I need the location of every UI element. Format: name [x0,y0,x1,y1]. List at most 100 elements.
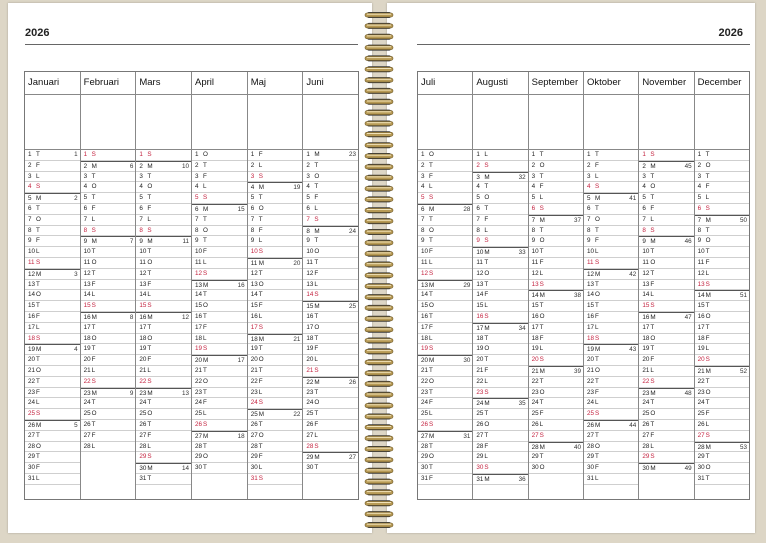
day-row[interactable]: 18 O [136,334,192,345]
day-row[interactable]: 18 S [25,334,80,345]
day-row[interactable]: 25 S [583,409,639,420]
day-row[interactable]: 28 L [136,442,192,453]
day-row[interactable]: 17 T [639,323,694,334]
day-row[interactable]: 5S [192,193,247,204]
day-row[interactable]: 18 T [303,334,359,345]
day-row[interactable]: 6T [583,204,639,215]
day-row[interactable]: 22 T [694,377,749,388]
day-row[interactable]: 12 T [247,269,303,280]
day-row[interactable]: 16 L [247,312,303,323]
day-row[interactable]: 23 M 48 [639,387,694,399]
day-row[interactable]: 11 L [192,258,247,269]
day-row[interactable]: 17 O [303,323,359,334]
day-row[interactable]: 4O [136,182,192,194]
day-row[interactable]: 25 L [192,409,247,420]
day-row[interactable]: 28 F [473,442,528,453]
day-row[interactable]: 8L [473,226,528,237]
day-row[interactable]: 23 F [583,388,639,399]
day-row[interactable]: 25 L [418,409,473,420]
day-row[interactable]: 3T [528,172,583,183]
day-row[interactable]: 7 M 37 [528,214,583,226]
day-row[interactable]: 3 M 32 [473,171,528,183]
day-row[interactable]: 11 O [639,258,694,269]
day-row[interactable]: 30 T [192,463,247,474]
day-row[interactable]: 19 O [473,344,528,356]
day-row[interactable]: 26 T [80,420,136,431]
day-row[interactable]: 16 O [528,312,583,323]
day-row[interactable]: 24 S [247,398,303,410]
day-row[interactable]: 27 F [80,431,136,442]
day-row[interactable]: 31 S [247,474,303,485]
month-notes-area[interactable] [418,95,473,150]
day-row[interactable]: 8S [80,226,136,237]
day-row[interactable]: 2O [694,161,749,172]
day-row[interactable]: 9F [25,236,80,248]
day-row[interactable]: 11 F [694,258,749,269]
day-row[interactable]: 1O [192,150,247,161]
day-row[interactable]: 3F [192,172,247,183]
day-row[interactable]: 16 F [583,312,639,323]
month-notes-area[interactable] [303,95,359,150]
day-row[interactable]: 16 S [473,312,528,323]
day-row[interactable]: 19 T [639,344,694,356]
day-row[interactable]: 14 L [136,290,192,302]
day-row[interactable]: 14 F [473,290,528,302]
month-notes-area[interactable] [528,95,583,150]
month-notes-area[interactable] [473,95,528,150]
day-row[interactable]: 13 M 16 [192,279,247,291]
day-row[interactable]: 30 T [418,463,473,474]
day-row[interactable]: 23 O [694,388,749,399]
day-row[interactable]: 2F [583,161,639,172]
day-row[interactable]: 4O [80,182,136,194]
day-row[interactable]: 1S [136,150,192,161]
day-row[interactable]: 20 F [80,355,136,366]
day-row[interactable]: 28 L [80,442,136,453]
day-row[interactable]: 31 L [25,474,80,485]
day-row[interactable]: 29 T [528,452,583,464]
day-row[interactable]: 27 T [25,431,80,442]
day-row[interactable]: 19 T [136,344,192,356]
day-row[interactable]: 9T [192,236,247,248]
day-row[interactable]: 19 L [694,344,749,356]
day-row[interactable]: 21 M 39 [528,365,583,377]
day-row[interactable]: 26 F [303,420,359,431]
day-row[interactable]: 3T [639,172,694,183]
day-row[interactable]: 22 S [639,377,694,388]
day-row[interactable]: 11 S [583,258,639,269]
day-row[interactable]: 4S [25,182,80,194]
day-row[interactable]: 25 T [473,409,528,420]
day-row[interactable]: 4 M 19 [247,182,303,194]
day-row[interactable]: 28 M 53 [694,441,749,453]
day-row[interactable]: 29 S [639,452,694,464]
day-row[interactable]: 5S [418,193,473,204]
day-row[interactable]: 13 T [473,280,528,291]
day-row[interactable]: 18 O [639,334,694,345]
day-row[interactable]: 9O [528,236,583,248]
day-row[interactable]: 26 S [192,420,247,431]
day-row[interactable]: 14 O [25,290,80,302]
day-row[interactable]: 26 T [136,420,192,431]
day-row[interactable]: 23 F [25,388,80,399]
day-row[interactable]: 24 T [528,398,583,410]
day-row[interactable]: 1T [583,150,639,161]
day-row[interactable]: 19 M 43 [583,344,639,356]
day-row[interactable]: 5T [247,193,303,204]
day-row[interactable]: 26 M 44 [583,419,639,431]
day-row[interactable]: 25 T [303,409,359,420]
day-row[interactable]: 28 L [639,442,694,453]
day-row[interactable]: 7T [418,215,473,226]
day-row[interactable]: 2O [528,161,583,172]
day-row[interactable]: 11 T [473,258,528,269]
day-row[interactable]: 31 T [136,474,192,485]
day-row[interactable]: 6S [528,204,583,215]
day-row[interactable]: 9M 7 [80,236,136,248]
day-row[interactable]: 18 M 21 [247,333,303,345]
day-row[interactable]: 1T [694,150,749,161]
day-row[interactable]: 18 L [418,334,473,345]
day-row[interactable]: 23 T [192,388,247,399]
day-row[interactable]: 20 M 30 [418,355,473,366]
day-row[interactable]: 14 T [192,290,247,302]
day-row[interactable]: 20 T [473,355,528,366]
day-row[interactable]: 10 T [80,247,136,258]
day-row[interactable]: 29 L [473,452,528,464]
